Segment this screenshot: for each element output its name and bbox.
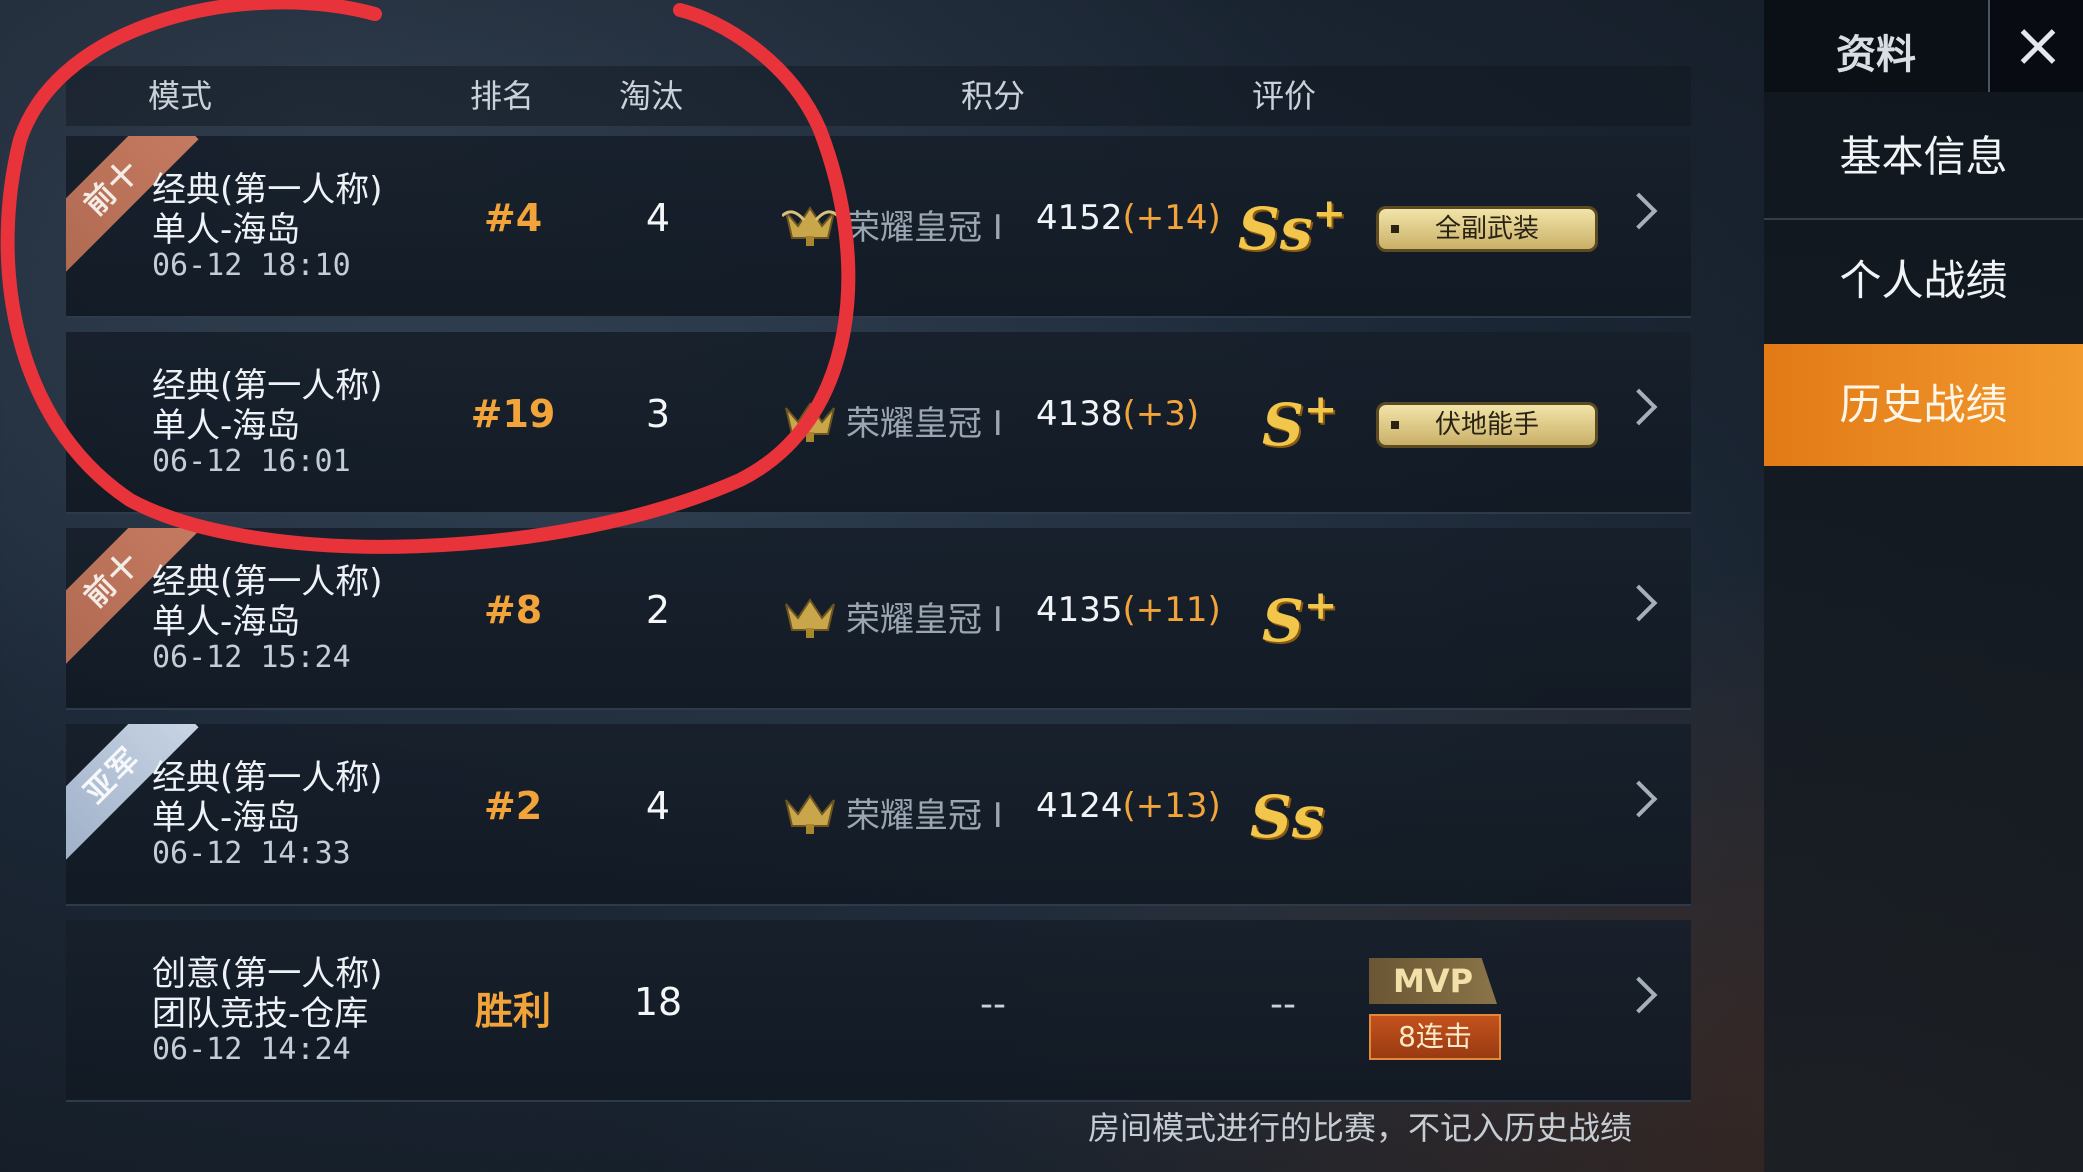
crown-icon — [785, 794, 835, 834]
close-icon[interactable] — [1988, 0, 2083, 92]
achievement-tag: 伏地能手 — [1376, 402, 1598, 448]
header-rank: 排名 — [470, 77, 535, 115]
grade-letter: S — [1262, 587, 1304, 655]
score-value: 4135(+11) — [1036, 590, 1221, 630]
grade-letter: S — [1262, 391, 1304, 459]
points: 4135 — [1036, 590, 1123, 630]
grade-plus: + — [1303, 386, 1338, 433]
panel-title: 资料 — [1836, 32, 1916, 78]
grade-letter: Ss — [1238, 195, 1313, 263]
crown-icon — [785, 402, 835, 442]
tier-label: 荣耀皇冠 I — [846, 796, 1003, 836]
grade: S+ — [1262, 386, 1337, 459]
table-row[interactable]: 创意(第一人称) 团队竞技-仓库 06-12 14:24 胜利 18 -- --… — [66, 920, 1691, 1102]
tier-label: 荣耀皇冠 I — [846, 600, 1003, 640]
crown-icon — [785, 598, 835, 638]
points-delta: (+3) — [1122, 394, 1200, 434]
tier-label: 荣耀皇冠 I — [846, 208, 1003, 248]
rating-empty: -- — [1270, 984, 1296, 1025]
chevron-right-icon[interactable] — [1620, 584, 1658, 622]
table-row[interactable]: 经典(第一人称) 单人-海岛 06-12 16:01 #19 3 荣耀皇冠 I … — [66, 332, 1691, 514]
footnote: 房间模式进行的比赛，不记入历史战绩 — [1088, 1109, 1633, 1147]
points: 4138 — [1036, 394, 1123, 434]
mode-line2: 团队竞技-仓库 — [152, 994, 369, 1034]
match-time: 06-12 14:24 — [152, 1032, 351, 1067]
chevron-right-icon[interactable] — [1620, 192, 1658, 230]
tier-label: 荣耀皇冠 I — [846, 404, 1003, 444]
match-time: 06-12 14:33 — [152, 836, 351, 871]
kills-value: 18 — [633, 980, 683, 1024]
side-panel: 资料 基本信息 个人战绩 历史战绩 — [1764, 0, 2083, 1172]
score-value: 4138(+3) — [1036, 394, 1199, 434]
match-time: 06-12 15:24 — [152, 640, 351, 675]
table-row[interactable]: 亚军 经典(第一人称) 单人-海岛 06-12 14:33 #2 4 荣耀皇冠 … — [66, 724, 1691, 906]
grade-plus: + — [1312, 190, 1347, 237]
grade-plus: + — [1303, 582, 1338, 629]
mode-line2: 单人-海岛 — [152, 210, 301, 250]
chevron-right-icon[interactable] — [1620, 780, 1658, 818]
score-value: 4124(+13) — [1036, 786, 1221, 826]
grade: Ss+ — [1238, 190, 1346, 263]
nav-match-history[interactable]: 历史战绩 — [1764, 344, 2083, 466]
rank-value: #2 — [483, 784, 543, 828]
kills-value: 4 — [645, 784, 671, 828]
chevron-right-icon[interactable] — [1620, 388, 1658, 426]
rank-value: #8 — [483, 588, 543, 632]
points-delta: (+14) — [1122, 198, 1221, 238]
points: 4152 — [1036, 198, 1123, 238]
kills-value: 3 — [645, 392, 671, 436]
kills-value: 4 — [645, 196, 671, 240]
table-row[interactable]: 前十 经典(第一人称) 单人-海岛 06-12 15:24 #8 2 荣耀皇冠 … — [66, 528, 1691, 710]
mode-line2: 单人-海岛 — [152, 798, 301, 838]
score-value: 4152(+14) — [1036, 198, 1221, 238]
table-row[interactable]: 前十 经典(第一人称) 单人-海岛 06-12 18:10 #4 4 荣耀皇冠 … — [66, 136, 1691, 318]
header-kills: 淘汰 — [619, 77, 684, 115]
points-delta: (+13) — [1122, 786, 1221, 826]
chevron-right-icon[interactable] — [1620, 976, 1658, 1014]
achievement-tag: 全副武装 — [1376, 206, 1598, 252]
rank-value: 胜利 — [474, 989, 551, 1033]
points-delta: (+11) — [1122, 590, 1221, 630]
mode-line2: 单人-海岛 — [152, 406, 301, 446]
nav-personal-stats[interactable]: 个人战绩 — [1764, 220, 2083, 342]
header-score: 积分 — [961, 77, 1026, 115]
panel-header: 资料 — [1764, 0, 2083, 92]
grade: S+ — [1262, 582, 1337, 655]
mvp-badge: MVP — [1369, 958, 1497, 1004]
kills-value: 2 — [645, 588, 671, 632]
grade: Ss — [1250, 778, 1325, 851]
header-rating: 评价 — [1252, 77, 1317, 115]
mode-line2: 单人-海岛 — [152, 602, 301, 642]
match-time: 06-12 16:01 — [152, 444, 351, 479]
header-mode: 模式 — [148, 77, 213, 115]
table-header: 模式 排名 淘汰 积分 评价 — [66, 66, 1691, 126]
match-time: 06-12 18:10 — [152, 248, 351, 283]
rank-value: #19 — [470, 392, 556, 436]
nav-basic-info[interactable]: 基本信息 — [1764, 96, 2083, 220]
crown-icon — [782, 206, 838, 246]
streak-badge: 8连击 — [1369, 1014, 1501, 1060]
rank-value: #4 — [483, 196, 543, 240]
grade-letter: Ss — [1250, 783, 1325, 851]
history-table: 模式 排名 淘汰 积分 评价 前十 经典(第一人称) 单人-海岛 06-12 1… — [66, 66, 1691, 1122]
score-empty: -- — [980, 984, 1006, 1025]
points: 4124 — [1036, 786, 1123, 826]
